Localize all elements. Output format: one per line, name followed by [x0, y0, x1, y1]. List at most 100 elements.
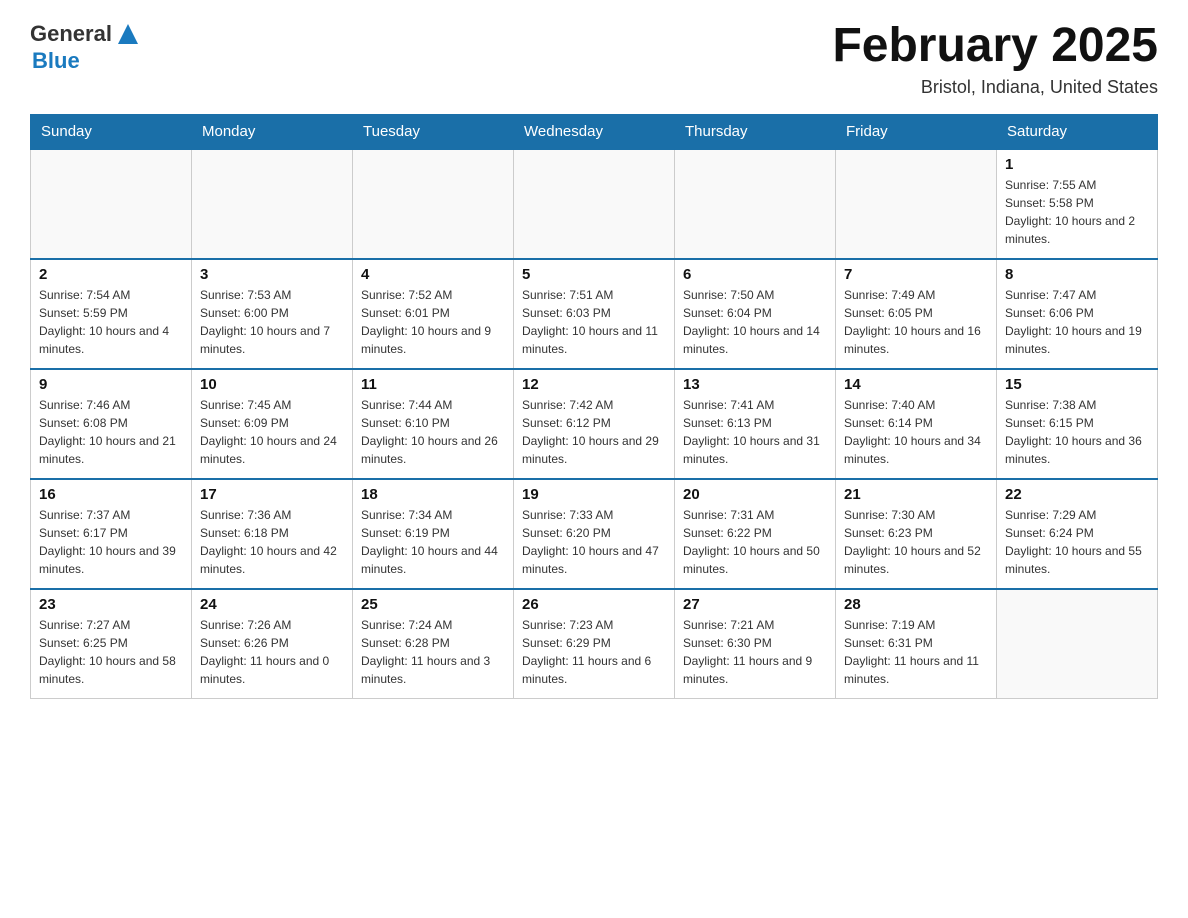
day-sun-info: Sunrise: 7:34 AMSunset: 6:19 PMDaylight:…: [361, 506, 505, 578]
day-number: 19: [522, 486, 666, 503]
calendar-day-cell: 17Sunrise: 7:36 AMSunset: 6:18 PMDayligh…: [192, 479, 353, 589]
calendar-day-cell: [675, 149, 836, 259]
day-sun-info: Sunrise: 7:21 AMSunset: 6:30 PMDaylight:…: [683, 616, 827, 688]
calendar-day-cell: 20 Sunrise: 7:31 AMSunset: 6:22 PMDayligh…: [675, 479, 836, 589]
day-number: 15: [1005, 376, 1149, 393]
calendar-day-cell: 18Sunrise: 7:34 AMSunset: 6:19 PMDayligh…: [353, 479, 514, 589]
day-number: 11: [361, 376, 505, 393]
calendar-day-cell: 13 Sunrise: 7:41 AMSunset: 6:13 PMDayligh…: [675, 369, 836, 479]
weekday-header-sunday: Sunday: [31, 114, 192, 149]
day-number: 21: [844, 486, 988, 503]
calendar-day-cell: 24 Sunrise: 7:26 AMSunset: 6:26 PMDayligh…: [192, 589, 353, 699]
day-sun-info: Sunrise: 7:47 AMSunset: 6:06 PMDaylight:…: [1005, 286, 1149, 358]
weekday-header-wednesday: Wednesday: [514, 114, 675, 149]
day-sun-info: Sunrise: 7:37 AMSunset: 6:17 PMDaylight:…: [39, 506, 183, 578]
day-sun-info: Sunrise: 7:52 AMSunset: 6:01 PMDaylight:…: [361, 286, 505, 358]
calendar-day-cell: 15 Sunrise: 7:38 AMSunset: 6:15 PMDayligh…: [997, 369, 1158, 479]
day-sun-info: Sunrise: 7:29 AMSunset: 6:24 PMDaylight:…: [1005, 506, 1149, 578]
calendar-table: SundayMondayTuesdayWednesdayThursdayFrid…: [30, 114, 1158, 700]
calendar-day-cell: 14Sunrise: 7:40 AMSunset: 6:14 PMDayligh…: [836, 369, 997, 479]
day-sun-info: Sunrise: 7:41 AMSunset: 6:13 PMDaylight:…: [683, 396, 827, 468]
calendar-day-cell: 21 Sunrise: 7:30 AMSunset: 6:23 PMDayligh…: [836, 479, 997, 589]
calendar-day-cell: [997, 589, 1158, 699]
day-sun-info: Sunrise: 7:23 AMSunset: 6:29 PMDaylight:…: [522, 616, 666, 688]
day-number: 3: [200, 266, 344, 283]
day-number: 12: [522, 376, 666, 393]
calendar-day-cell: 11 Sunrise: 7:44 AMSunset: 6:10 PMDayligh…: [353, 369, 514, 479]
calendar-day-cell: 5 Sunrise: 7:51 AMSunset: 6:03 PMDaylight…: [514, 259, 675, 369]
weekday-header-thursday: Thursday: [675, 114, 836, 149]
calendar-day-cell: 3Sunrise: 7:53 AMSunset: 6:00 PMDaylight…: [192, 259, 353, 369]
title-section: February 2025 Bristol, Indiana, United S…: [832, 20, 1158, 98]
calendar-day-cell: 25 Sunrise: 7:24 AMSunset: 6:28 PMDayligh…: [353, 589, 514, 699]
calendar-day-cell: 12 Sunrise: 7:42 AMSunset: 6:12 PMDayligh…: [514, 369, 675, 479]
location-title: Bristol, Indiana, United States: [832, 77, 1158, 98]
day-number: 23: [39, 596, 183, 613]
calendar-day-cell: 26 Sunrise: 7:23 AMSunset: 6:29 PMDayligh…: [514, 589, 675, 699]
calendar-day-cell: 19 Sunrise: 7:33 AMSunset: 6:20 PMDayligh…: [514, 479, 675, 589]
weekday-header-monday: Monday: [192, 114, 353, 149]
calendar-day-cell: 23 Sunrise: 7:27 AMSunset: 6:25 PMDayligh…: [31, 589, 192, 699]
calendar-day-cell: 2Sunrise: 7:54 AMSunset: 5:59 PMDaylight…: [31, 259, 192, 369]
calendar-day-cell: 10 Sunrise: 7:45 AMSunset: 6:09 PMDayligh…: [192, 369, 353, 479]
day-number: 5: [522, 266, 666, 283]
calendar-day-cell: 28Sunrise: 7:19 AMSunset: 6:31 PMDayligh…: [836, 589, 997, 699]
day-sun-info: Sunrise: 7:33 AMSunset: 6:20 PMDaylight:…: [522, 506, 666, 578]
calendar-day-cell: 1 Sunrise: 7:55 AMSunset: 5:58 PMDaylight…: [997, 149, 1158, 259]
page-header: General Blue February 2025 Bristol, Indi…: [30, 20, 1158, 98]
logo-text-blue: Blue: [32, 48, 80, 74]
calendar-day-cell: [192, 149, 353, 259]
day-sun-info: Sunrise: 7:42 AMSunset: 6:12 PMDaylight:…: [522, 396, 666, 468]
day-sun-info: Sunrise: 7:30 AMSunset: 6:23 PMDaylight:…: [844, 506, 988, 578]
day-sun-info: Sunrise: 7:38 AMSunset: 6:15 PMDaylight:…: [1005, 396, 1149, 468]
calendar-day-cell: 6 Sunrise: 7:50 AMSunset: 6:04 PMDaylight…: [675, 259, 836, 369]
day-sun-info: Sunrise: 7:27 AMSunset: 6:25 PMDaylight:…: [39, 616, 183, 688]
calendar-week-row: 1 Sunrise: 7:55 AMSunset: 5:58 PMDaylight…: [31, 149, 1158, 259]
day-sun-info: Sunrise: 7:51 AMSunset: 6:03 PMDaylight:…: [522, 286, 666, 358]
day-sun-info: Sunrise: 7:46 AMSunset: 6:08 PMDaylight:…: [39, 396, 183, 468]
day-number: 25: [361, 596, 505, 613]
day-number: 9: [39, 376, 183, 393]
calendar-day-cell: [31, 149, 192, 259]
calendar-day-cell: 9 Sunrise: 7:46 AMSunset: 6:08 PMDaylight…: [31, 369, 192, 479]
calendar-day-cell: 4 Sunrise: 7:52 AMSunset: 6:01 PMDaylight…: [353, 259, 514, 369]
day-sun-info: Sunrise: 7:31 AMSunset: 6:22 PMDaylight:…: [683, 506, 827, 578]
day-number: 20: [683, 486, 827, 503]
day-sun-info: Sunrise: 7:54 AMSunset: 5:59 PMDaylight:…: [39, 286, 183, 358]
day-sun-info: Sunrise: 7:24 AMSunset: 6:28 PMDaylight:…: [361, 616, 505, 688]
day-sun-info: Sunrise: 7:36 AMSunset: 6:18 PMDaylight:…: [200, 506, 344, 578]
day-number: 28: [844, 596, 988, 613]
day-sun-info: Sunrise: 7:49 AMSunset: 6:05 PMDaylight:…: [844, 286, 988, 358]
calendar-day-cell: [353, 149, 514, 259]
weekday-header-row: SundayMondayTuesdayWednesdayThursdayFrid…: [31, 114, 1158, 149]
day-sun-info: Sunrise: 7:55 AMSunset: 5:58 PMDaylight:…: [1005, 176, 1149, 248]
day-number: 16: [39, 486, 183, 503]
day-number: 6: [683, 266, 827, 283]
day-number: 1: [1005, 156, 1149, 173]
day-number: 7: [844, 266, 988, 283]
logo: General Blue: [30, 20, 142, 74]
calendar-day-cell: 16 Sunrise: 7:37 AMSunset: 6:17 PMDayligh…: [31, 479, 192, 589]
day-sun-info: Sunrise: 7:26 AMSunset: 6:26 PMDaylight:…: [200, 616, 344, 688]
day-number: 22: [1005, 486, 1149, 503]
calendar-day-cell: [836, 149, 997, 259]
calendar-week-row: 16 Sunrise: 7:37 AMSunset: 6:17 PMDayligh…: [31, 479, 1158, 589]
calendar-day-cell: 7 Sunrise: 7:49 AMSunset: 6:05 PMDaylight…: [836, 259, 997, 369]
day-number: 14: [844, 376, 988, 393]
calendar-day-cell: [514, 149, 675, 259]
day-number: 27: [683, 596, 827, 613]
day-sun-info: Sunrise: 7:45 AMSunset: 6:09 PMDaylight:…: [200, 396, 344, 468]
day-number: 4: [361, 266, 505, 283]
calendar-day-cell: 27 Sunrise: 7:21 AMSunset: 6:30 PMDayligh…: [675, 589, 836, 699]
calendar-day-cell: 22 Sunrise: 7:29 AMSunset: 6:24 PMDayligh…: [997, 479, 1158, 589]
calendar-week-row: 9 Sunrise: 7:46 AMSunset: 6:08 PMDaylight…: [31, 369, 1158, 479]
day-number: 24: [200, 596, 344, 613]
day-number: 10: [200, 376, 344, 393]
month-title: February 2025: [832, 20, 1158, 73]
day-number: 26: [522, 596, 666, 613]
weekday-header-friday: Friday: [836, 114, 997, 149]
day-sun-info: Sunrise: 7:44 AMSunset: 6:10 PMDaylight:…: [361, 396, 505, 468]
calendar-week-row: 2Sunrise: 7:54 AMSunset: 5:59 PMDaylight…: [31, 259, 1158, 369]
day-sun-info: Sunrise: 7:50 AMSunset: 6:04 PMDaylight:…: [683, 286, 827, 358]
day-number: 13: [683, 376, 827, 393]
